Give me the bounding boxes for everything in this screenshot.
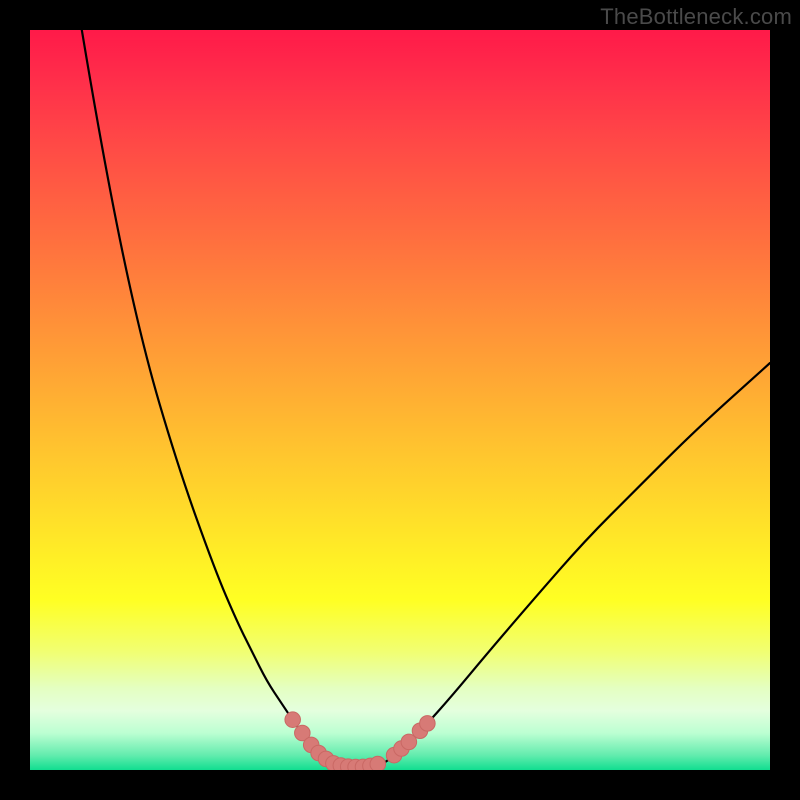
curve-marker [285, 712, 301, 728]
curve-markers [285, 712, 435, 770]
bottleneck-curve [82, 30, 770, 767]
watermark-text: TheBottleneck.com [600, 4, 792, 30]
curve-marker [370, 756, 386, 770]
curve-marker [420, 716, 436, 732]
plot-area [30, 30, 770, 770]
chart-frame: TheBottleneck.com [0, 0, 800, 800]
curve-layer [30, 30, 770, 770]
